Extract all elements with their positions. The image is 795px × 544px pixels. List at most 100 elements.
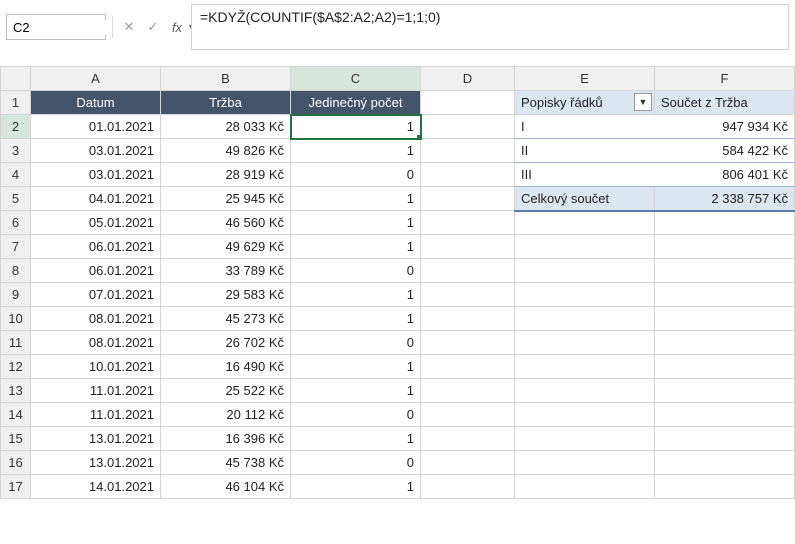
cell[interactable] — [421, 259, 515, 283]
cell-amount[interactable]: 49 629 Kč — [161, 235, 291, 259]
cell-date[interactable]: 07.01.2021 — [31, 283, 161, 307]
row-head[interactable]: 1 — [1, 91, 31, 115]
cell-unique[interactable]: 0 — [291, 451, 421, 475]
cell-date[interactable]: 10.01.2021 — [31, 355, 161, 379]
cell-amount[interactable]: 16 490 Kč — [161, 355, 291, 379]
pivot-row-label[interactable]: III — [515, 163, 655, 187]
cell[interactable] — [655, 403, 795, 427]
cell[interactable] — [655, 307, 795, 331]
cell-unique[interactable]: 1 — [291, 475, 421, 499]
formula-input[interactable]: =KDYŽ(COUNTIF($A$2:A2;A2)=1;1;0) — [191, 4, 789, 50]
cell-date[interactable]: 13.01.2021 — [31, 451, 161, 475]
pivot-row-label[interactable]: I — [515, 115, 655, 139]
row-head[interactable]: 7 — [1, 235, 31, 259]
spreadsheet-grid[interactable]: A B C D E F 1DatumTržbaJedinečný početPo… — [0, 66, 795, 499]
cell-amount[interactable]: 46 104 Kč — [161, 475, 291, 499]
cell[interactable] — [421, 307, 515, 331]
cell-amount[interactable]: 25 522 Kč — [161, 379, 291, 403]
col-head-D[interactable]: D — [421, 67, 515, 91]
pivot-row-value[interactable]: 806 401 Kč — [655, 163, 795, 187]
col-head-F[interactable]: F — [655, 67, 795, 91]
row-head[interactable]: 8 — [1, 259, 31, 283]
cell[interactable] — [421, 235, 515, 259]
cell[interactable] — [421, 91, 515, 115]
cell-date[interactable]: 06.01.2021 — [31, 235, 161, 259]
pivot-row-label[interactable]: II — [515, 139, 655, 163]
cell[interactable] — [515, 283, 655, 307]
cell[interactable] — [421, 115, 515, 139]
cell[interactable] — [421, 427, 515, 451]
cell[interactable] — [421, 355, 515, 379]
row-head[interactable]: 5 — [1, 187, 31, 211]
cell-date[interactable]: 05.01.2021 — [31, 211, 161, 235]
cell-amount[interactable]: 49 826 Kč — [161, 139, 291, 163]
fx-icon[interactable]: fx — [167, 16, 187, 38]
cancel-icon[interactable]: ✕ — [119, 16, 139, 38]
row-head[interactable]: 13 — [1, 379, 31, 403]
cell-date[interactable]: 03.01.2021 — [31, 139, 161, 163]
pivot-total-label[interactable]: Celkový součet — [515, 187, 655, 211]
cell[interactable] — [515, 403, 655, 427]
cell-unique[interactable]: 1 — [291, 139, 421, 163]
cell-amount[interactable]: 28 919 Kč — [161, 163, 291, 187]
cell-unique[interactable]: 0 — [291, 403, 421, 427]
cell[interactable] — [655, 259, 795, 283]
cell[interactable] — [655, 331, 795, 355]
cell-unique[interactable]: 1 — [291, 307, 421, 331]
col-head-B[interactable]: B — [161, 67, 291, 91]
cell-amount[interactable]: 29 583 Kč — [161, 283, 291, 307]
cell-amount[interactable]: 33 789 Kč — [161, 259, 291, 283]
accept-icon[interactable]: ✓ — [143, 16, 163, 38]
row-head[interactable]: 4 — [1, 163, 31, 187]
pivot-row-labels-header[interactable]: Popisky řádků▼ — [515, 91, 655, 115]
cell[interactable] — [421, 187, 515, 211]
cell-amount[interactable]: 45 738 Kč — [161, 451, 291, 475]
cell[interactable] — [655, 475, 795, 499]
pivot-total-value[interactable]: 2 338 757 Kč — [655, 187, 795, 211]
cell-date[interactable]: 14.01.2021 — [31, 475, 161, 499]
cell-amount[interactable]: 46 560 Kč — [161, 211, 291, 235]
pivot-row-value[interactable]: 947 934 Kč — [655, 115, 795, 139]
cell-unique[interactable]: 0 — [291, 163, 421, 187]
cell-unique[interactable]: 1 — [291, 235, 421, 259]
col-head-A[interactable]: A — [31, 67, 161, 91]
cell-unique[interactable]: 1 — [291, 283, 421, 307]
cell[interactable] — [515, 355, 655, 379]
cell[interactable] — [421, 379, 515, 403]
header-jedinecny[interactable]: Jedinečný počet — [291, 91, 421, 115]
cell-date[interactable]: 03.01.2021 — [31, 163, 161, 187]
row-head[interactable]: 10 — [1, 307, 31, 331]
row-head[interactable]: 11 — [1, 331, 31, 355]
cell-amount[interactable]: 45 273 Kč — [161, 307, 291, 331]
name-box[interactable]: ▾ — [6, 14, 106, 40]
row-head[interactable]: 3 — [1, 139, 31, 163]
cell-unique[interactable]: 0 — [291, 259, 421, 283]
cell[interactable] — [515, 427, 655, 451]
cell[interactable] — [655, 211, 795, 235]
cell[interactable] — [515, 379, 655, 403]
cell[interactable] — [421, 139, 515, 163]
cell-amount[interactable]: 25 945 Kč — [161, 187, 291, 211]
pivot-row-value[interactable]: 584 422 Kč — [655, 139, 795, 163]
pivot-value-header[interactable]: Součet z Tržba — [655, 91, 795, 115]
cell-date[interactable]: 06.01.2021 — [31, 259, 161, 283]
cell[interactable] — [515, 211, 655, 235]
cell-date[interactable]: 08.01.2021 — [31, 307, 161, 331]
cell[interactable] — [655, 235, 795, 259]
cell[interactable] — [421, 163, 515, 187]
cell-date[interactable]: 04.01.2021 — [31, 187, 161, 211]
cell[interactable] — [515, 451, 655, 475]
cell-date[interactable]: 01.01.2021 — [31, 115, 161, 139]
cell[interactable] — [655, 451, 795, 475]
cell[interactable] — [421, 283, 515, 307]
cell-date[interactable]: 13.01.2021 — [31, 427, 161, 451]
cell-amount[interactable]: 20 112 Kč — [161, 403, 291, 427]
cell-unique[interactable]: 1 — [291, 427, 421, 451]
cell[interactable] — [421, 331, 515, 355]
cell-amount[interactable]: 16 396 Kč — [161, 427, 291, 451]
cell[interactable] — [655, 283, 795, 307]
cell[interactable] — [655, 427, 795, 451]
row-head[interactable]: 17 — [1, 475, 31, 499]
cell-date[interactable]: 11.01.2021 — [31, 403, 161, 427]
select-all-corner[interactable] — [1, 67, 31, 91]
